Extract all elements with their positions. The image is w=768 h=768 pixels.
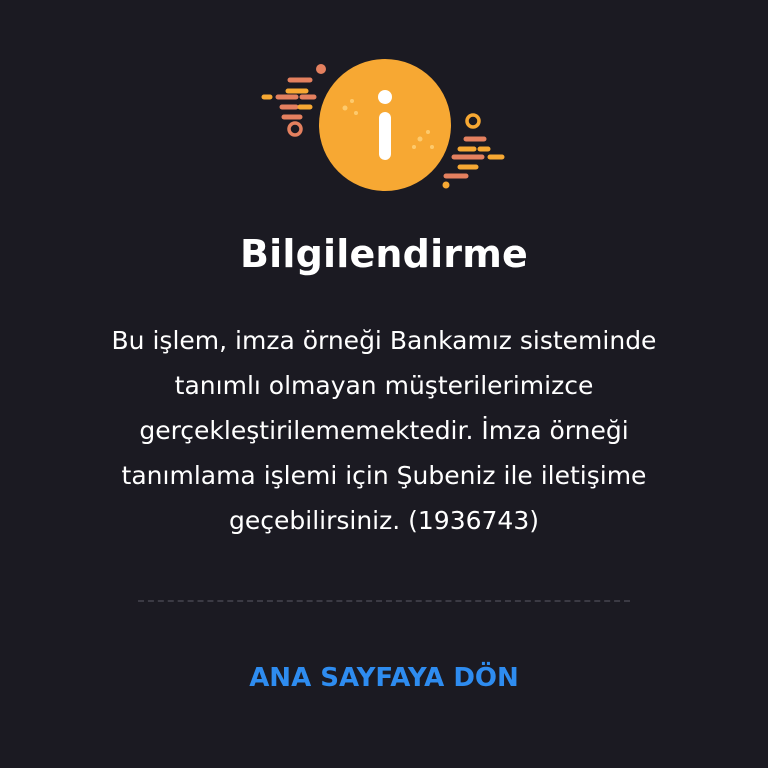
return-home-button[interactable]: ANA SAYFAYA DÖN — [184, 652, 584, 704]
info-icon — [319, 59, 451, 191]
decor-left — [261, 64, 326, 137]
info-dialog-screen: Bilgilendirme Bu işlem, imza örneği Bank… — [0, 0, 768, 768]
dialog-title: Bilgilendirme — [239, 232, 529, 276]
decor-right — [442, 113, 505, 189]
dialog-message: Bu işlem, imza örneği Bankamız sistemind… — [111, 326, 657, 535]
dashed-divider — [138, 600, 630, 602]
info-illustration — [261, 59, 505, 191]
